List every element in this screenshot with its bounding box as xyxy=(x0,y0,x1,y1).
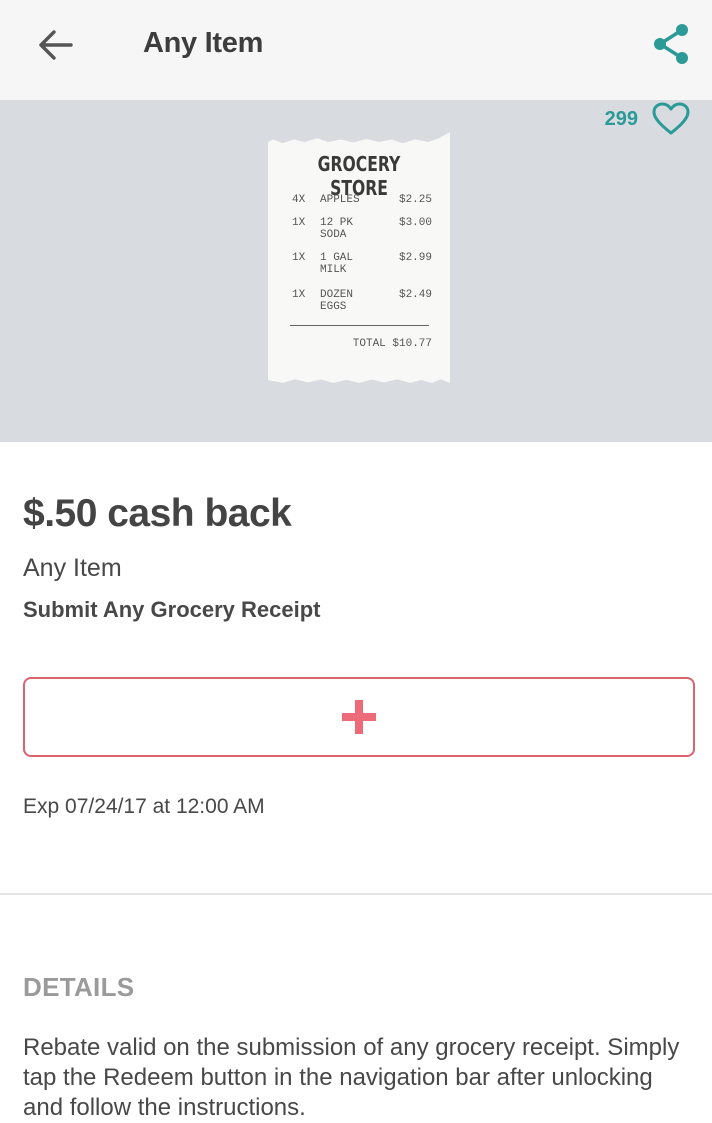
offer-headline: $.50 cash back xyxy=(23,492,292,535)
receipt-line-name: APPLES xyxy=(320,194,360,206)
receipt-divider xyxy=(290,325,429,326)
receipt-line-qty: 1X xyxy=(292,217,306,229)
receipt-image: GROCERY STORE 4X APPLES $2.25 1X 12 PK S… xyxy=(268,132,450,383)
share-button[interactable] xyxy=(648,20,694,68)
expiration-date: Exp 07/24/17 at 12:00 AM xyxy=(23,795,265,818)
arrow-left-icon xyxy=(39,30,73,60)
receipt-line-name: 1 GAL MILK xyxy=(320,252,354,276)
share-icon xyxy=(654,24,688,64)
page-title: Any Item xyxy=(143,27,264,59)
offer-item: Any Item xyxy=(23,554,122,582)
receipt-line-price: $2.49 xyxy=(398,289,432,301)
receipt-line-name: DOZEN EGGS xyxy=(320,289,354,313)
section-divider xyxy=(0,893,712,895)
like-count: 299 xyxy=(604,107,638,130)
receipt-store-name: GROCERY STORE xyxy=(317,152,401,200)
offer-hero-image: 299 GROCERY STORE 4X APPLES $2.25 1X 12 … xyxy=(0,100,712,442)
receipt-line-qty: 1X xyxy=(292,289,306,301)
receipt-line-qty: 1X xyxy=(292,252,306,264)
app-bar: Any Item xyxy=(0,0,712,100)
heart-outline-icon[interactable] xyxy=(652,102,690,136)
plus-icon xyxy=(342,700,376,734)
receipt-line-price: $3.00 xyxy=(398,217,432,229)
back-button[interactable] xyxy=(30,24,80,66)
receipt-line-price: $2.99 xyxy=(398,252,432,264)
receipt-line-qty: 4X xyxy=(292,194,306,206)
receipt-line-name: 12 PK SODA xyxy=(320,217,354,241)
receipt-total: TOTAL $10.77 xyxy=(352,338,432,350)
details-body: Rebate valid on the submission of any gr… xyxy=(23,1034,680,1121)
details-heading: DETAILS xyxy=(23,972,135,1002)
like-control[interactable]: 299 xyxy=(605,100,690,138)
receipt-line-price: $2.25 xyxy=(398,194,432,206)
add-offer-button[interactable] xyxy=(23,677,695,757)
offer-requirement: Submit Any Grocery Receipt xyxy=(23,597,321,622)
